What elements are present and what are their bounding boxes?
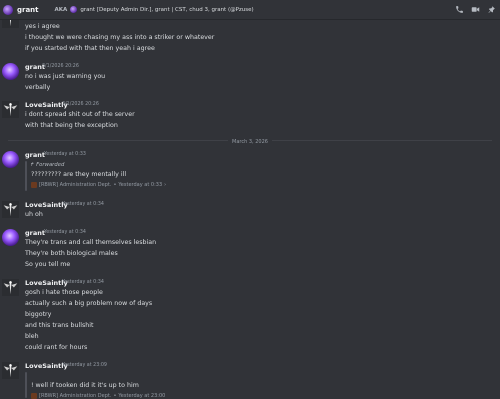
channel-header: grant AKA grant [Deputy Admin Dir.], gra… <box>0 0 500 20</box>
message-text: i thought we were chasing my ass into a … <box>25 34 215 41</box>
aka-label: AKA <box>54 6 68 13</box>
forwarded-label: ↱ Forwarded <box>30 162 65 168</box>
aka-aliases[interactable]: grant [Deputy Admin Dir.], grant | CST, … <box>80 7 253 13</box>
angel-statue-icon <box>2 101 19 118</box>
timestamp: 3/1/2026 20:26 <box>42 64 79 69</box>
message-text: and this trans bullshit <box>25 322 94 329</box>
message-text: could rant for hours <box>25 344 88 351</box>
message-text: yes i agree <box>25 23 60 30</box>
forward-arrow-icon: ↱ <box>30 162 35 168</box>
avatar[interactable] <box>2 201 19 218</box>
timestamp: Yesterday at 0:34 <box>62 202 104 207</box>
forwarded-text: ????????? are they mentally ill <box>31 171 127 178</box>
message-text: So you tell me <box>25 261 71 268</box>
header-avatar[interactable] <box>3 4 13 15</box>
avatar[interactable] <box>2 279 19 296</box>
channel-title[interactable]: grant <box>17 6 39 14</box>
avatar[interactable] <box>2 63 19 80</box>
angel-statue-icon <box>2 201 19 218</box>
message-text: biggotry <box>25 311 52 318</box>
message-text: They're trans and call themselves lesbia… <box>25 239 157 246</box>
date-divider-label: March 3, 2026 <box>228 139 272 145</box>
forward-quote-bar <box>25 372 27 398</box>
pin-icon[interactable] <box>487 5 496 14</box>
angel-statue-icon <box>2 362 19 379</box>
timestamp: Yesterday at 23:09 <box>62 363 107 368</box>
username[interactable]: grant <box>25 151 45 159</box>
message-text: They're both biological males <box>25 250 118 257</box>
timestamp: 3/1/2026 20:26 <box>62 102 99 107</box>
phone-icon[interactable] <box>455 5 464 14</box>
avatar[interactable] <box>2 362 19 379</box>
message-text: i dont spread shit out of the server <box>25 111 135 118</box>
forwarded-source[interactable]: [RBWR] Administration Dept. • Yesterday … <box>31 182 166 188</box>
message-text: gosh i hate those people <box>25 289 103 296</box>
avatar[interactable] <box>2 229 19 246</box>
message-text: verbally <box>25 84 51 91</box>
timestamp: Yesterday at 0:33 <box>44 152 86 157</box>
message-text: bleh <box>25 333 39 340</box>
message-text: with that being the exception <box>25 122 118 129</box>
aka-avatar <box>70 6 78 13</box>
message-list: yes i agree i thought we were chasing my… <box>0 0 500 399</box>
video-call-icon[interactable] <box>471 5 480 14</box>
angel-statue-icon <box>2 279 19 296</box>
server-icon <box>31 182 37 188</box>
server-icon <box>31 393 37 399</box>
forward-quote-bar <box>25 161 27 191</box>
forwarded-source[interactable]: [RBWR] Administration Dept. • Yesterday … <box>31 393 165 399</box>
message-text: actually such a big problem now of days <box>25 300 153 307</box>
message-text: uh oh <box>25 211 43 218</box>
chevron-right-icon: › <box>164 182 167 188</box>
date-divider: March 3, 2026 <box>0 137 500 145</box>
forwarded-text: ! well if tooken did it it's up to him <box>31 382 139 389</box>
timestamp: Yesterday at 0:34 <box>62 280 104 285</box>
timestamp: Yesterday at 0:34 <box>44 230 86 235</box>
avatar[interactable] <box>2 101 19 118</box>
username[interactable]: grant <box>25 229 45 237</box>
message-text: no i was just warning you <box>25 73 106 80</box>
avatar[interactable] <box>2 151 19 168</box>
message-text: if you started with that then yeah i agr… <box>25 45 155 52</box>
header-toolbar <box>455 5 496 14</box>
